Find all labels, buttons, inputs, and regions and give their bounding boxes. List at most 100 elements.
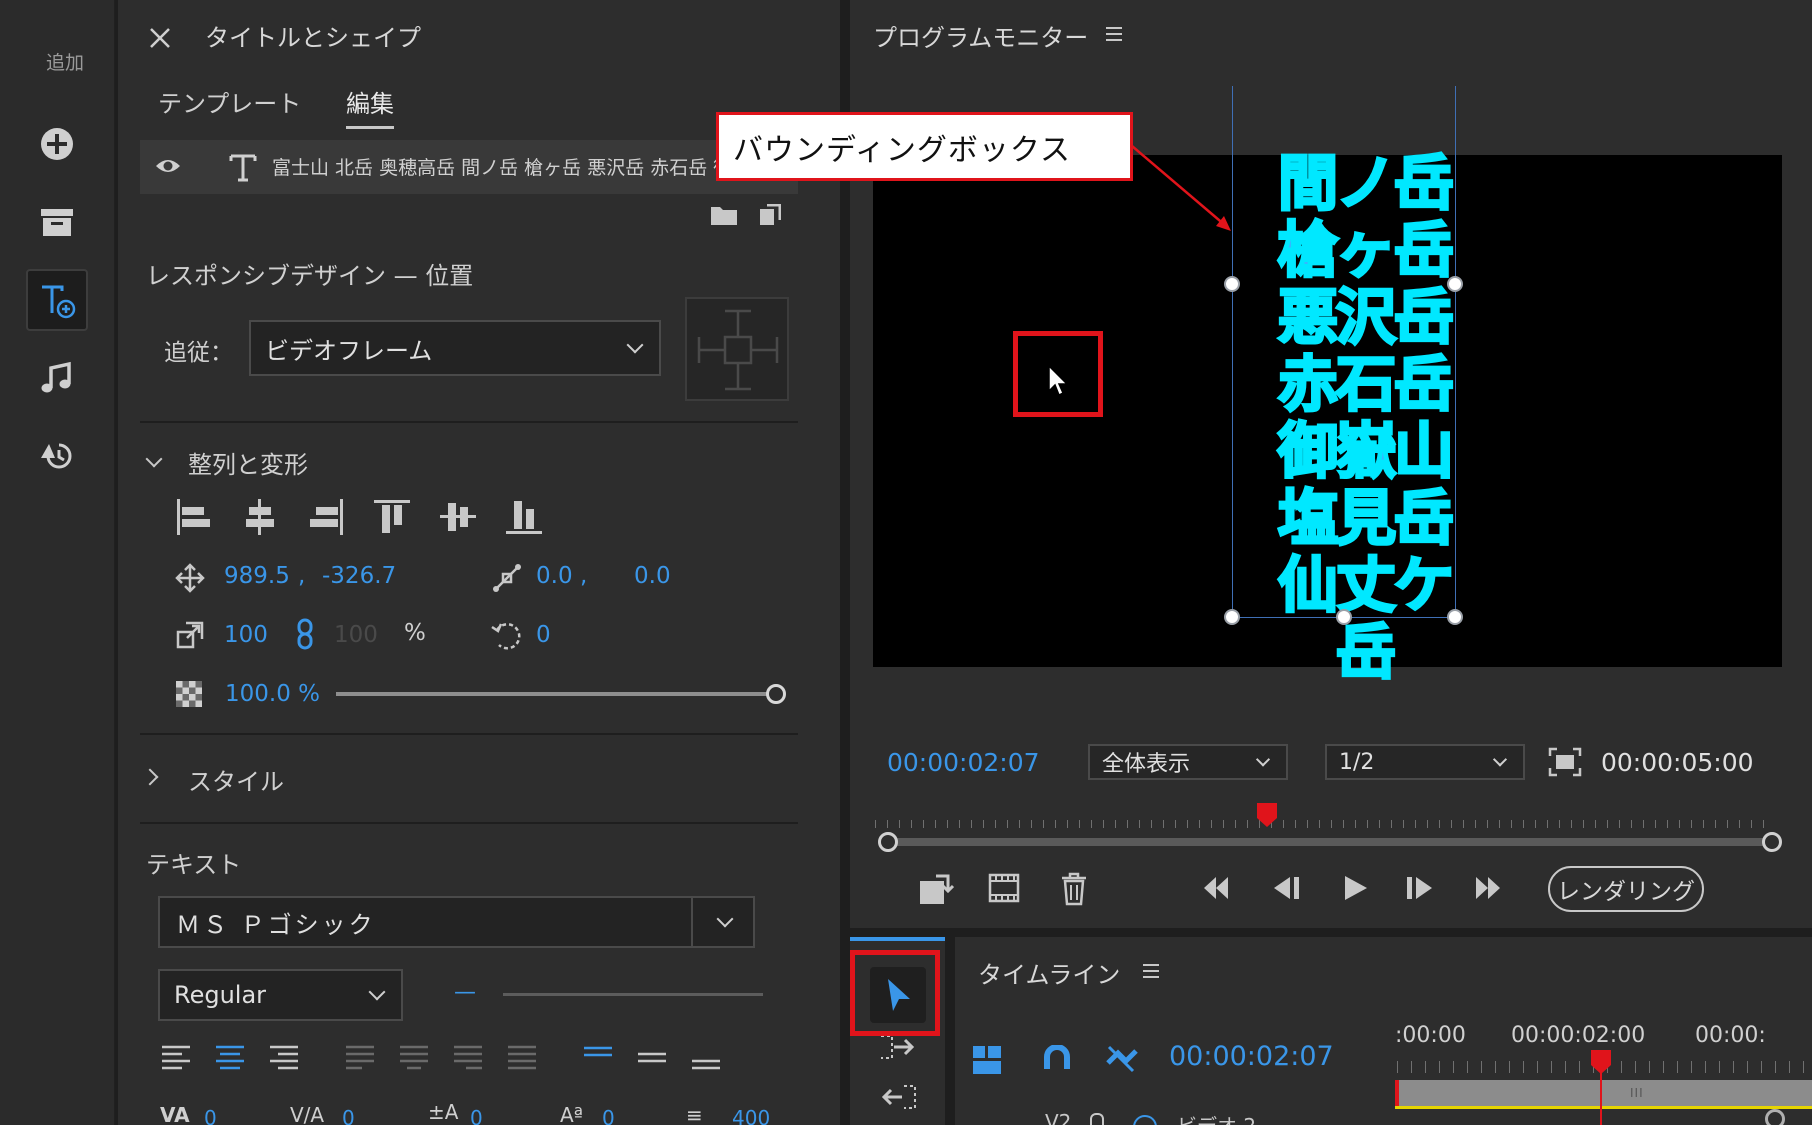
zoom-scrollbar[interactable] [888, 838, 1772, 846]
audio-button[interactable] [26, 347, 88, 409]
opacity-slider-handle[interactable] [766, 684, 786, 704]
text-align-right-icon[interactable] [268, 1044, 300, 1072]
current-timecode[interactable]: 00:00:02:07 [887, 748, 1040, 777]
justify-all-icon[interactable] [506, 1044, 538, 1072]
close-icon[interactable] [148, 26, 172, 50]
align-top-icon[interactable] [372, 497, 412, 537]
align-center-vertical-icon[interactable] [438, 497, 478, 537]
work-area-grip: III [1630, 1086, 1644, 1100]
justify-center-icon[interactable] [398, 1044, 430, 1072]
add-item-button[interactable] [26, 113, 88, 175]
panel-menu-icon[interactable] [1142, 963, 1160, 979]
font-family-dropdown[interactable]: ＭＳ Ｐゴシック [158, 896, 755, 948]
filmstrip-icon[interactable] [988, 873, 1020, 903]
nest-sequence-icon[interactable] [972, 1045, 1002, 1075]
bounding-box-handle[interactable] [1336, 609, 1352, 625]
bounding-box-handle[interactable] [1224, 609, 1240, 625]
link-icon[interactable] [296, 618, 314, 650]
track-select-icon[interactable] [878, 1033, 918, 1061]
opacity-checker-icon [176, 681, 202, 707]
trash-icon[interactable] [1060, 872, 1088, 906]
linked-selection-icon[interactable] [1105, 1043, 1139, 1075]
timeline-panel: タイムライン 00:00:02:07 :00:00 00:00:02:00 00… [955, 937, 1812, 1125]
playhead-marker[interactable] [1256, 802, 1278, 828]
text-align-center-icon[interactable] [214, 1044, 246, 1072]
anchor-y-value[interactable]: 0.0 [634, 563, 671, 589]
rotation-value[interactable]: 0 [536, 622, 551, 648]
step-forward-icon[interactable] [1402, 873, 1438, 903]
history-button[interactable] [26, 425, 88, 487]
expand-style-chevron-icon[interactable] [141, 768, 159, 786]
kerning-value[interactable]: 0 [204, 1106, 217, 1125]
font-dropdown-toggle[interactable] [691, 898, 753, 946]
go-to-start-icon[interactable] [1200, 873, 1232, 903]
align-left-icon[interactable] [174, 497, 214, 537]
folder-icon[interactable] [710, 204, 738, 226]
new-layer-icon[interactable] [759, 204, 781, 226]
zoom-value: 全体表示 [1102, 752, 1191, 777]
play-icon[interactable] [1340, 873, 1370, 903]
title-line: 間ノ岳 [1277, 149, 1456, 219]
scale-value[interactable]: 100 [224, 622, 268, 648]
step-back-icon[interactable] [1268, 873, 1304, 903]
zoom-dropdown[interactable]: 全体表示 [1088, 744, 1288, 780]
tracking-value[interactable]: 0 [342, 1106, 355, 1125]
scale-icon [176, 621, 204, 649]
scrollbar-start-handle[interactable] [878, 832, 898, 852]
panel-menu-icon[interactable] [1105, 26, 1123, 42]
track-visibility-icon[interactable] [1133, 1115, 1157, 1125]
vertical-align-center-icon[interactable] [636, 1044, 668, 1072]
text-shape-tool-button[interactable] [26, 269, 88, 331]
opacity-slider-track[interactable] [336, 692, 776, 696]
vertical-align-top-icon[interactable] [582, 1044, 614, 1072]
justify-right-icon[interactable] [452, 1044, 484, 1072]
annotation-highlight-cursor [1013, 331, 1103, 417]
bounding-box-handle[interactable] [1447, 609, 1463, 625]
timeline-timecode[interactable]: 00:00:02:07 [1169, 1041, 1334, 1072]
ripple-edit-icon[interactable] [878, 1083, 918, 1111]
follow-dropdown[interactable]: ビデオフレーム [249, 320, 661, 376]
fit-to-frame-icon[interactable] [1548, 747, 1582, 777]
tab-edit[interactable]: 編集 [346, 84, 394, 129]
tab-templates[interactable]: テンプレート [158, 84, 301, 119]
pin-widget[interactable] [685, 297, 789, 401]
snap-magnet-icon[interactable] [1043, 1045, 1071, 1075]
collapse-align-chevron-icon[interactable] [145, 450, 163, 468]
track-lock-icon[interactable] [1090, 1113, 1104, 1125]
position-y-value[interactable]: -326.7 [322, 563, 396, 589]
font-size-value[interactable]: — [454, 980, 476, 1005]
layer-row[interactable]: 富士山 北岳 奥穂高岳 間ノ岳 槍ヶ岳 悪沢岳 赤石岳 御嶽 [140, 140, 798, 194]
render-button[interactable]: レンダリング [1548, 866, 1704, 912]
scrub-ruler[interactable] [875, 810, 1765, 828]
anchor-x-value[interactable]: 0.0 [536, 563, 573, 589]
resolution-dropdown[interactable]: 1/2 [1325, 744, 1525, 780]
justify-left-icon[interactable] [344, 1044, 376, 1072]
scrollbar-end-handle[interactable] [1762, 832, 1782, 852]
position-x-value[interactable]: 989.5 [224, 563, 290, 589]
archive-button[interactable] [26, 191, 88, 253]
align-right-icon[interactable] [306, 497, 346, 537]
tsume-value[interactable]: 0 [602, 1106, 615, 1125]
font-size-slider[interactable] [503, 993, 763, 996]
timeline-playhead-marker[interactable] [1590, 1049, 1612, 1075]
music-note-icon [41, 361, 71, 393]
leading-value[interactable]: 400 [732, 1106, 770, 1125]
align-center-horizontal-icon[interactable] [240, 497, 280, 537]
video-canvas[interactable]: 間ノ岳 槍ヶ岳 悪沢岳 赤石岳 御嶽山 塩見岳 仙丈ケ岳 [873, 149, 1782, 688]
baseline-shift-value[interactable]: 0 [470, 1106, 483, 1125]
text-align-left-icon[interactable] [160, 1044, 192, 1072]
go-to-end-icon[interactable] [1472, 873, 1504, 903]
work-area-bar[interactable]: III [1395, 1080, 1812, 1106]
title-text-stack[interactable]: 間ノ岳 槍ヶ岳 悪沢岳 赤石岳 御嶽山 塩見岳 仙丈ケ岳 [1254, 149, 1476, 688]
export-frame-icon[interactable] [918, 872, 954, 906]
opacity-value[interactable]: 100.0 % [225, 681, 320, 707]
position-separator: , [298, 563, 306, 589]
bounding-box-handle[interactable] [1447, 276, 1463, 292]
bounding-box-handle[interactable] [1224, 276, 1240, 292]
visibility-eye-icon[interactable] [154, 155, 182, 177]
ruler-label: 00:00: [1695, 1023, 1766, 1048]
font-style-dropdown[interactable]: Regular [158, 969, 403, 1021]
timeline-scroll-handle[interactable] [1765, 1109, 1785, 1125]
align-bottom-icon[interactable] [504, 497, 544, 537]
vertical-align-bottom-icon[interactable] [690, 1044, 722, 1072]
